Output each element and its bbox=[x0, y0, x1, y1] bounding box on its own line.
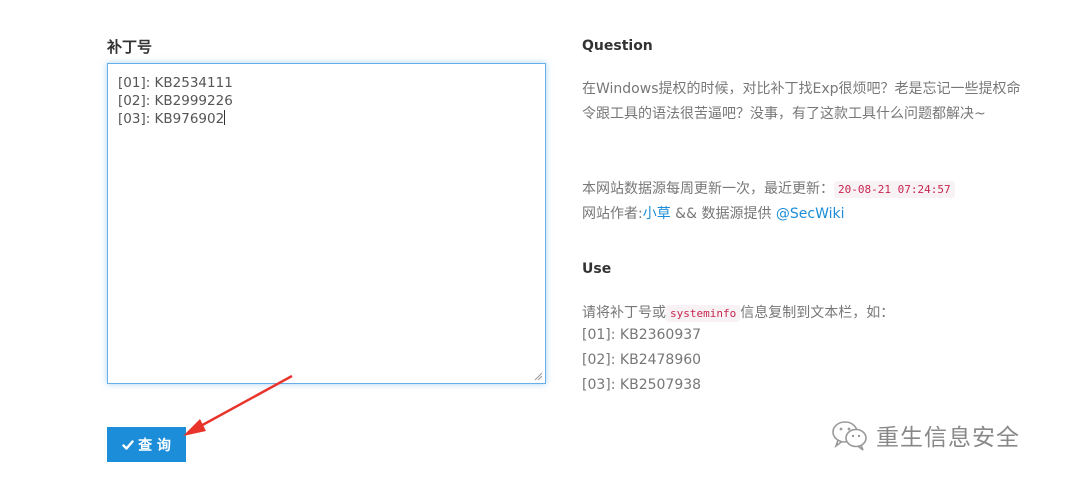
example-line: [03]: KB2507938 bbox=[582, 377, 702, 393]
author-prefix: 网站作者: bbox=[582, 206, 643, 222]
use-heading: Use bbox=[582, 261, 612, 277]
example-line: [01]: KB2360937 bbox=[582, 327, 702, 343]
query-button-label: 查 询 bbox=[138, 437, 171, 454]
query-button[interactable]: 查 询 bbox=[107, 427, 186, 462]
author-mid: && 数据源提供 bbox=[670, 206, 776, 222]
watermark-text: 重生信息安全 bbox=[876, 425, 1020, 451]
watermark: 重生信息安全 bbox=[830, 418, 1020, 452]
example-line: [02]: KB2478960 bbox=[582, 352, 702, 368]
patch-number-textarea[interactable]: [01]: KB2534111 [02]: KB2999226 [03]: KB… bbox=[107, 63, 546, 384]
question-text: 在Windows提权的时候，对比补丁找Exp很烦吧？老是忘记一些提权命令跟工具的… bbox=[582, 81, 1021, 122]
use-code: systeminfo bbox=[666, 305, 741, 322]
use-instructions: 请将补丁号或 systeminfo 信息复制到文本栏，如： bbox=[582, 301, 1032, 327]
use-prefix: 请将补丁号或 bbox=[582, 305, 666, 321]
textarea-line: [03]: KB976902 bbox=[118, 110, 535, 128]
update-prefix: 本网站数据源每周更新一次，最近更新： bbox=[582, 181, 834, 197]
textarea-line: [01]: KB2534111 bbox=[118, 75, 233, 91]
text-caret bbox=[224, 110, 226, 125]
author-link[interactable]: 小草 bbox=[643, 206, 671, 222]
use-suffix: 信息复制到文本栏，如： bbox=[740, 305, 895, 321]
resize-grip-icon[interactable] bbox=[534, 372, 543, 381]
check-icon bbox=[122, 439, 134, 450]
update-line: 本网站数据源每周更新一次，最近更新： 20-08-21 07:24:57 bbox=[582, 177, 1032, 203]
textarea-line-text: [03]: KB976902 bbox=[118, 111, 225, 127]
question-heading: Question bbox=[582, 38, 653, 54]
textarea-line: [02]: KB2999226 bbox=[118, 93, 233, 109]
update-time: 20-08-21 07:24:57 bbox=[834, 181, 955, 198]
source-link[interactable]: @SecWiki bbox=[776, 206, 845, 222]
patch-number-label: 补丁号 bbox=[107, 38, 153, 56]
wechat-icon bbox=[832, 421, 867, 451]
author-line: 网站作者:小草 && 数据源提供 @SecWiki bbox=[582, 202, 1032, 227]
